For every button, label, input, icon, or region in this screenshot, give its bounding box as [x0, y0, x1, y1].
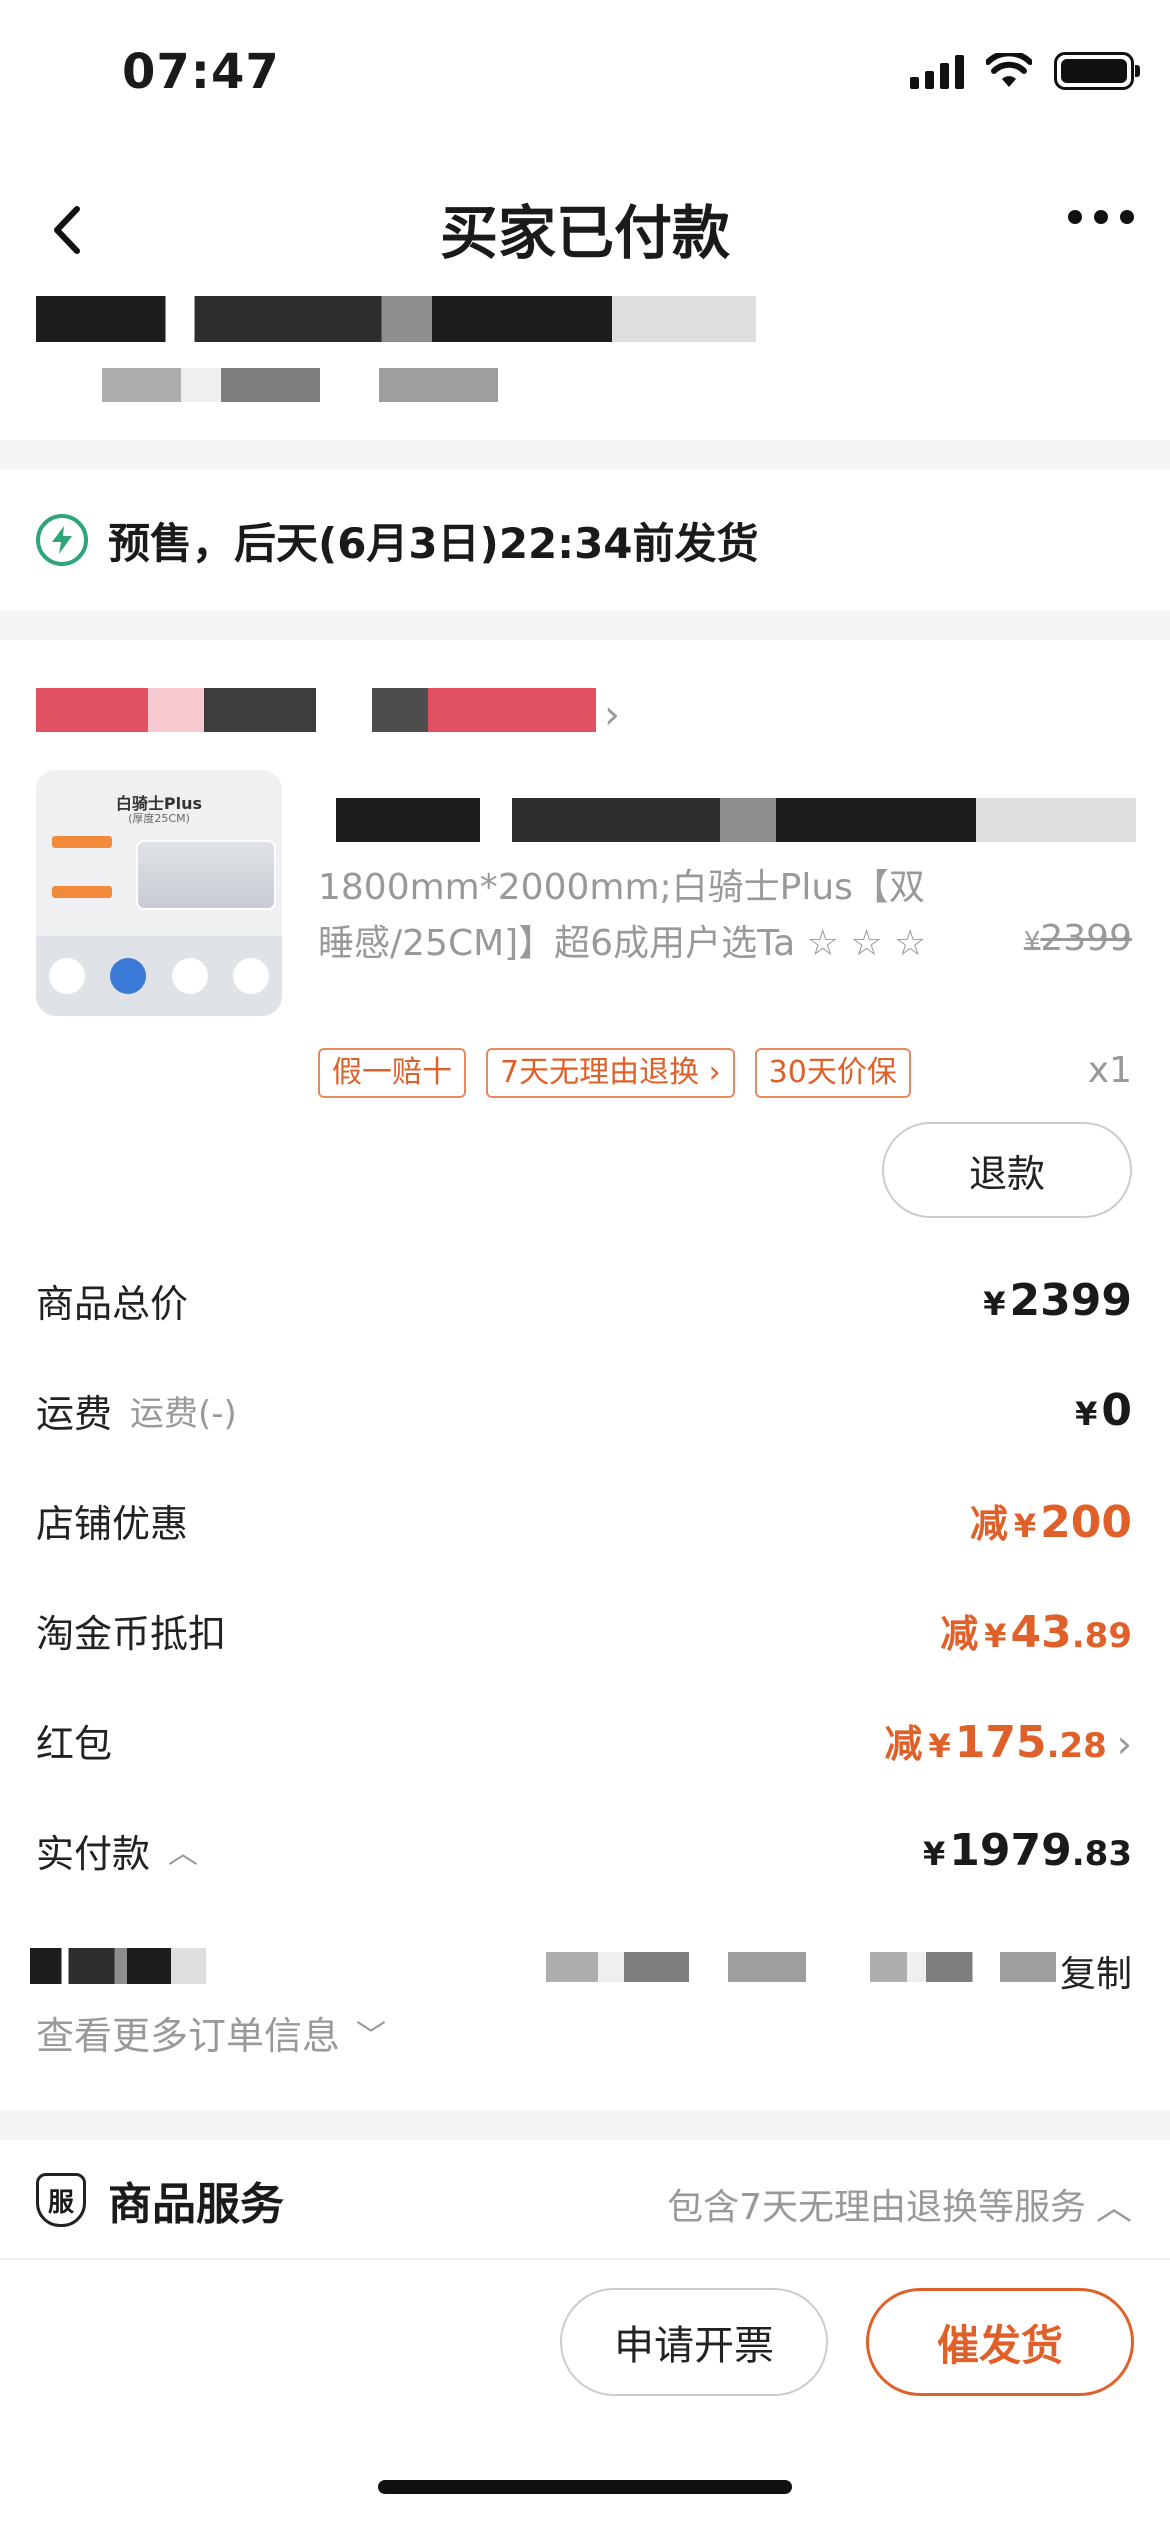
- redacted-address-line: [36, 296, 756, 342]
- dot-icon: [1068, 210, 1082, 224]
- status-time: 07:47: [122, 44, 280, 100]
- order-card: › 白骑士Plus (厚度25CM) 1800mm*2000mm;白骑士Plus…: [0, 640, 1170, 2110]
- page-title: 买家已付款: [439, 199, 730, 267]
- total-price-row: 商品总价 ¥2399: [36, 1270, 1132, 1330]
- tag-7day-return[interactable]: 7天无理由退换 ›: [486, 1048, 735, 1098]
- product-image[interactable]: 白骑士Plus (厚度25CM): [36, 770, 282, 1016]
- redacted-order-number: [546, 1952, 806, 1982]
- cellular-signal-icon: [910, 53, 964, 89]
- chevron-right-icon[interactable]: ›: [604, 692, 620, 738]
- mattress-image: [136, 840, 276, 910]
- paid-amount-value: ¥1979.83: [923, 1824, 1132, 1876]
- total-price-value: ¥2399: [983, 1274, 1132, 1326]
- redacted-product-title[interactable]: [336, 798, 1136, 842]
- shipping-notice: 预售，后天(6月3日)22:34前发货: [0, 470, 1170, 610]
- chevron-down-icon: ﹀: [356, 2018, 387, 2054]
- dot-icon: [1120, 210, 1134, 224]
- quantity: x1: [1087, 1050, 1132, 1091]
- tag-fake-compensation[interactable]: 假一赔十: [318, 1048, 466, 1098]
- service-title: 商品服务: [108, 2179, 284, 2230]
- shipping-text: 预售，后天(6月3日)22:34前发货: [108, 518, 759, 568]
- status-icons: [910, 52, 1140, 90]
- chevron-up-icon: ︿: [1095, 2187, 1132, 2228]
- dot-icon: [1094, 210, 1108, 224]
- shipping-fee-value: ¥0: [1075, 1384, 1132, 1436]
- red-packet-value: 减 ¥175.28 ›: [884, 1716, 1132, 1768]
- copy-button[interactable]: 复制: [1060, 1945, 1132, 1997]
- service-tags: 假一赔十 7天无理由退换 › 30天价保: [318, 1048, 911, 1098]
- tag-price-protect[interactable]: 30天价保: [754, 1048, 911, 1098]
- shipping-fee-sublabel: 运费(-): [130, 1393, 237, 1434]
- thumb-feature-strip: [36, 936, 282, 1016]
- home-indicator: [378, 2480, 792, 2494]
- store-discount-value: 减 ¥200: [969, 1496, 1132, 1548]
- shipping-fee-label: 运费: [36, 1391, 113, 1436]
- more-options-button[interactable]: [1068, 210, 1134, 224]
- total-price-label: 商品总价: [36, 1281, 189, 1326]
- urge-shipping-button[interactable]: 催发货: [866, 2288, 1134, 2396]
- redacted-contact-line: [102, 368, 498, 402]
- paid-amount-row: 实付款 ︿ ¥1979.83: [36, 1820, 1132, 1880]
- more-order-info-button[interactable]: 查看更多订单信息 ﹀: [36, 2005, 386, 2060]
- paid-amount-toggle[interactable]: 实付款 ︿: [36, 1823, 198, 1878]
- wifi-icon: [986, 53, 1032, 87]
- more-order-info-label: 查看更多订单信息: [36, 2014, 341, 2058]
- service-description: 包含7天无理由退换等服务 ︿: [667, 2178, 1132, 2230]
- page-header: 买家已付款: [0, 150, 1170, 440]
- refund-button[interactable]: 退款: [882, 1122, 1132, 1218]
- thumb-subtitle: (厚度25CM): [128, 812, 190, 825]
- store-discount-label: 店铺优惠: [36, 1501, 189, 1546]
- coin-deduct-label: 淘金币抵扣: [36, 1611, 227, 1656]
- paid-amount-label: 实付款: [36, 1831, 151, 1876]
- red-packet-label: 红包: [36, 1721, 113, 1766]
- service-shield-icon: 服: [36, 2173, 86, 2227]
- chevron-up-icon: ︿: [168, 1836, 199, 1871]
- redacted-order-number-2: [870, 1952, 1056, 1982]
- store-discount-row: 店铺优惠 减 ¥200: [36, 1490, 1132, 1550]
- request-invoice-button[interactable]: 申请开票: [560, 2288, 828, 2396]
- thumb-tag: [52, 836, 112, 848]
- service-card[interactable]: 服 商品服务 包含7天无理由退换等服务 ︿: [0, 2140, 1170, 2260]
- product-spec: 1800mm*2000mm;白骑士Plus【双睡感/25CM]】超6成用户选Ta…: [318, 867, 927, 964]
- coin-deduct-row: 淘金币抵扣 减 ¥43.89: [36, 1600, 1132, 1660]
- coin-deduct-value: 减 ¥43.89: [940, 1606, 1132, 1658]
- battery-icon: [1054, 52, 1140, 90]
- shipping-fee-row: 运费 运费(-) ¥0: [36, 1380, 1132, 1440]
- original-price: ¥2399: [1023, 918, 1132, 959]
- redacted-store-name[interactable]: [36, 688, 596, 732]
- redacted-order-label: [30, 1948, 206, 1984]
- red-packet-row[interactable]: 红包 减 ¥175.28 ›: [36, 1710, 1132, 1770]
- lightning-icon: [36, 514, 88, 566]
- chevron-right-icon: ›: [1116, 1721, 1132, 1766]
- status-bar: 07:47: [0, 0, 1170, 150]
- thumb-tag: [52, 886, 112, 898]
